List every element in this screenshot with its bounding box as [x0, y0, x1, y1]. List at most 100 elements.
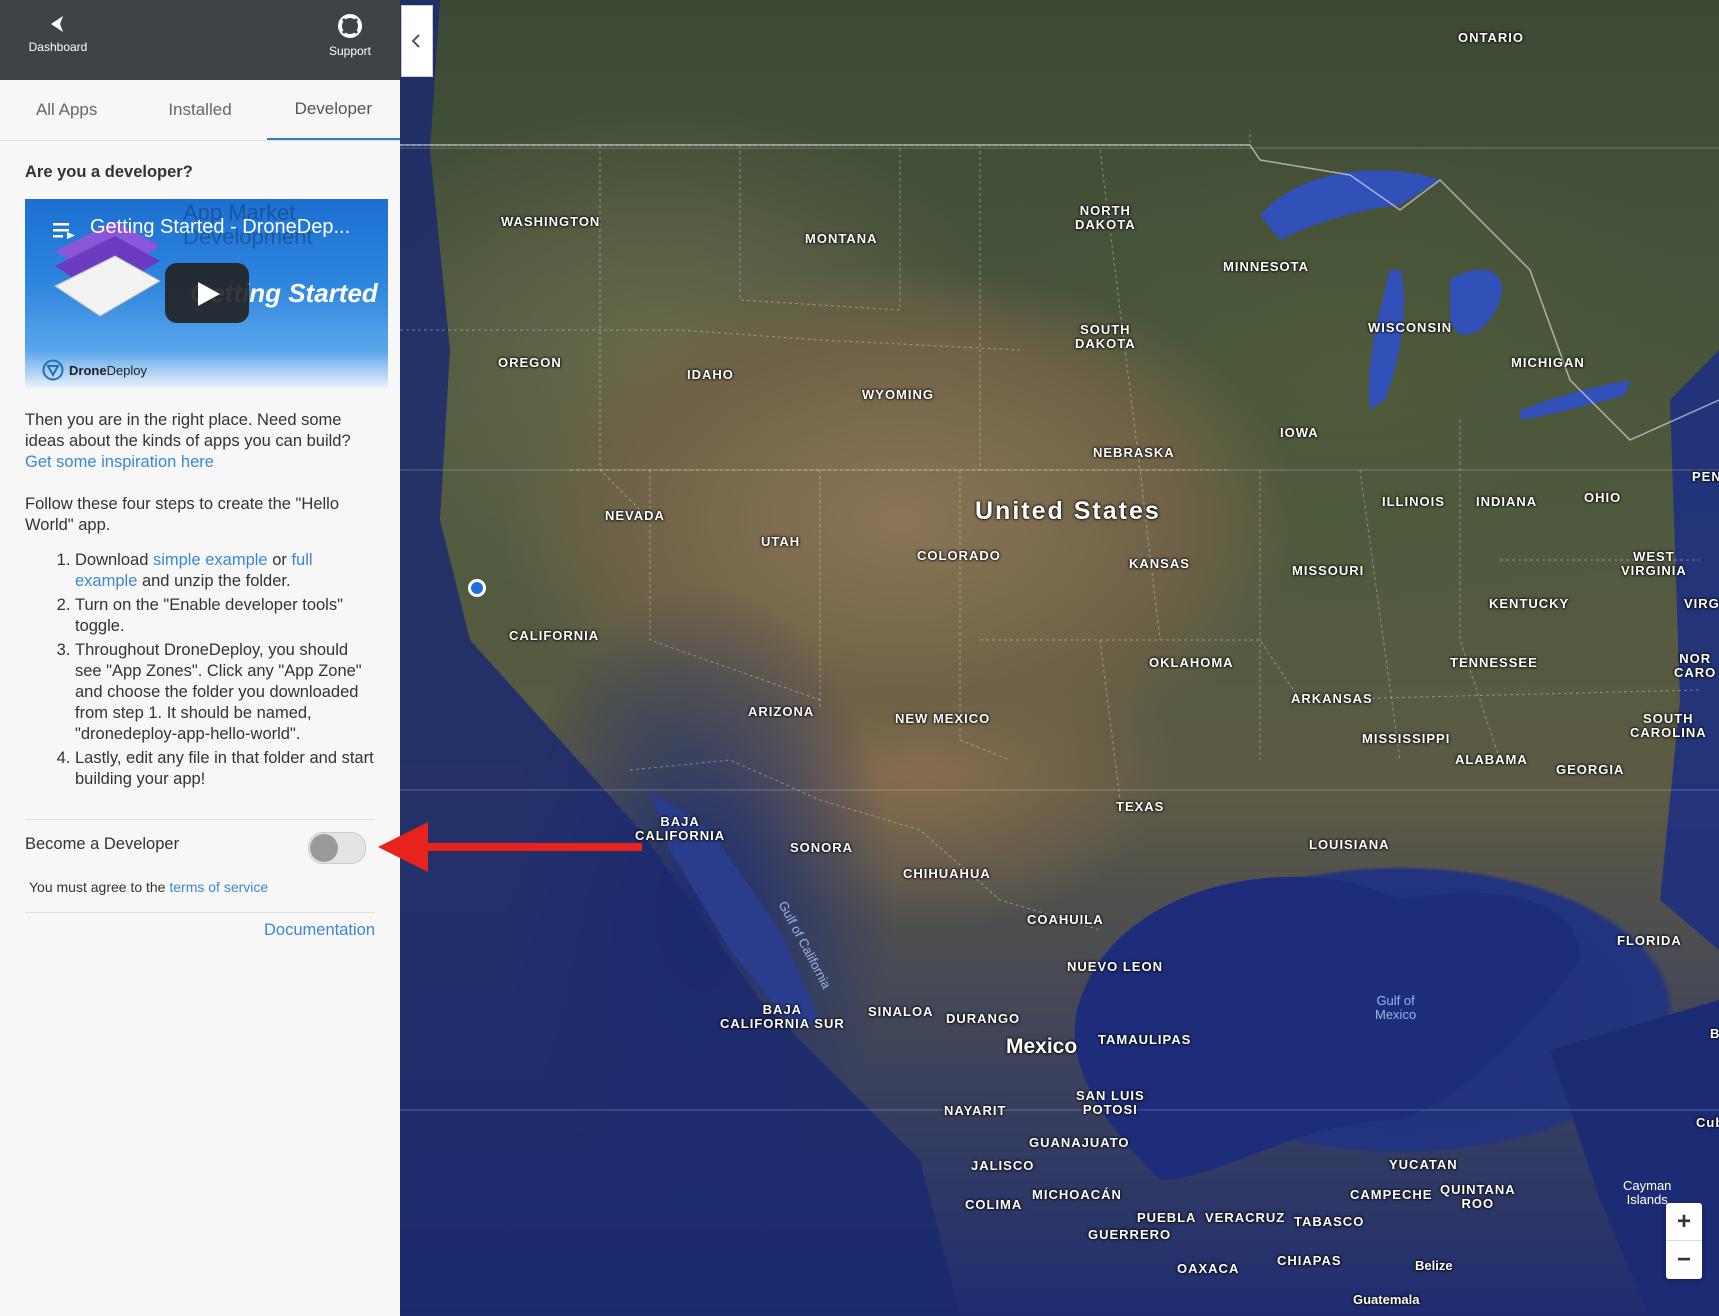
map-label-texas: TEXAS [1116, 799, 1165, 814]
map-label-cayman-islands: Cayman Islands [1623, 1178, 1672, 1207]
map-label-oaxaca: OAXACA [1177, 1261, 1240, 1276]
map-label-colima: COLIMA [965, 1197, 1023, 1212]
map-label-gulf-of-mexico: Gulf of Mexico [1375, 993, 1417, 1022]
app-tabs: All Apps Installed Developer [0, 80, 400, 141]
map-label-michigan: MICHIGAN [1511, 355, 1585, 370]
step-1-prefix: Download [75, 551, 153, 569]
dashboard-button[interactable]: Dashboard [28, 14, 88, 54]
app-market-sidebar: Dashboard Support All Apps Installed Dev… [0, 0, 401, 1316]
lifebuoy-icon [338, 14, 362, 38]
map-label-wyoming: WYOMING [862, 387, 934, 402]
dashboard-label: Dashboard [28, 40, 88, 54]
map-label-baja-california: BAJA CALIFORNIA [635, 814, 726, 843]
sidebar-topbar: Dashboard Support [0, 0, 400, 80]
map-label-missouri: MISSOURI [1292, 563, 1365, 578]
support-label: Support [328, 44, 372, 58]
map-label-north-dakota: NORTH DAKOTA [1075, 203, 1136, 232]
logo-text-regular: Deploy [106, 362, 148, 378]
play-button[interactable] [165, 263, 249, 323]
map-label-alabama: ALABAMA [1455, 752, 1528, 767]
toggle-knob[interactable] [310, 834, 338, 862]
zoom-out-button[interactable]: − [1666, 1241, 1702, 1278]
map-label-colorado: COLORADO [917, 548, 1001, 563]
map-label-nor-caro: NOR CARO [1674, 651, 1717, 680]
video-title: Getting Started - DroneDep... [90, 216, 351, 238]
map-label-south-carolina: SOUTH CAROLINA [1630, 711, 1707, 740]
map-label-minnesota: MINNESOTA [1223, 259, 1310, 274]
steps-intro: Follow these four steps to create the "H… [25, 495, 340, 534]
map-label-utah: UTAH [761, 534, 801, 549]
map-label-mexico: Mexico [1006, 1035, 1078, 1058]
map-label-tabasco: TABASCO [1294, 1214, 1365, 1229]
map-label-chihuahua: CHIHUAHUA [903, 866, 991, 881]
video-thumbnail[interactable]: App Market Development Getting Started -… [25, 199, 388, 389]
map-label-kansas: KANSAS [1129, 556, 1190, 571]
map-label-tennessee: TENNESSEE [1450, 655, 1538, 670]
logo-text-bold: Drone [69, 362, 107, 378]
map-label-georgia: GEORGIA [1556, 762, 1625, 777]
map-label-arkansas: ARKANSAS [1291, 691, 1373, 706]
map-label-jalisco: JALISCO [971, 1158, 1035, 1173]
map-label-nevada: NEVADA [605, 508, 665, 523]
simple-example-link[interactable]: simple example [153, 551, 268, 569]
zoom-in-button[interactable]: + [1666, 1203, 1702, 1241]
map-label-pen: PEN [1692, 469, 1719, 484]
step-2: Turn on the "Enable developer tools" tog… [75, 595, 375, 637]
map-label-chiapas: CHIAPAS [1277, 1253, 1342, 1268]
inspiration-link[interactable]: Get some inspiration here [25, 453, 214, 471]
terms-of-service-link[interactable]: terms of service [169, 879, 268, 895]
step-1-suffix: and unzip the folder. [137, 572, 291, 590]
map-label-indiana: INDIANA [1476, 494, 1538, 509]
map-label-oregon: OREGON [498, 355, 562, 370]
map-label-guerrero: GUERRERO [1088, 1227, 1172, 1242]
map-label-idaho: IDAHO [687, 367, 734, 382]
map-label-veracruz: VERACRUZ [1205, 1210, 1286, 1225]
step-3: Throughout DroneDeploy, you should see "… [75, 640, 375, 745]
collapse-sidebar-button[interactable] [401, 5, 433, 77]
map-label-b: B [1710, 1026, 1719, 1041]
step-1-mid: or [267, 551, 292, 569]
map-label-belize: Belize [1415, 1258, 1453, 1273]
map-label-durango: DURANGO [946, 1011, 1021, 1026]
map-label-nuevo-leon: NUEVO LEON [1067, 959, 1163, 974]
developer-panel: Are you a developer? App Market Developm… [25, 140, 388, 793]
map-label-campeche: CAMPECHE [1350, 1187, 1433, 1202]
location-marker[interactable] [468, 579, 486, 597]
map-label-florida: FLORIDA [1617, 933, 1682, 948]
map-label-san-luis-potosi: SAN LUIS POTOSI [1076, 1088, 1145, 1117]
map-label-coahuila: COAHUILA [1027, 912, 1104, 927]
tab-installed[interactable]: Installed [133, 80, 266, 140]
tos-prefix: You must agree to the [29, 879, 170, 895]
dronedeploy-logo-icon [42, 359, 64, 381]
satellite-map[interactable]: ONTARIO WASHINGTON MONTANA NORTH DAKOTA … [400, 0, 1719, 1316]
map-label-tamaulipas: TAMAULIPAS [1098, 1032, 1192, 1047]
zoom-controls: + − [1666, 1203, 1702, 1279]
tab-all-apps[interactable]: All Apps [0, 80, 133, 140]
map-label-arizona: ARIZONA [748, 704, 815, 719]
map-label-united-states: United States [975, 497, 1161, 525]
map-label-wisconsin: WISCONSIN [1368, 320, 1453, 335]
map-label-guatemala: Guatemala [1353, 1292, 1420, 1307]
map-label-michoacan: MICHOACÁN [1032, 1187, 1122, 1202]
intro-paragraph: Then you are in the right place. Need so… [25, 410, 375, 473]
support-button[interactable]: Support [320, 14, 380, 58]
map-label-new-mexico: NEW MEXICO [895, 711, 991, 726]
become-developer-toggle[interactable] [308, 832, 366, 864]
playlist-icon [53, 223, 75, 239]
tab-developer[interactable]: Developer [266, 80, 400, 140]
developer-heading: Are you a developer? [25, 163, 193, 181]
steps-list: Download simple example or full example … [25, 550, 375, 790]
map-label-california: CALIFORNIA [509, 628, 600, 643]
map-label-mississippi: MISSISSIPPI [1362, 731, 1451, 746]
map-label-baja-california-sur: BAJA CALIFORNIA SUR [720, 1002, 845, 1031]
map-label-louisiana: LOUISIANA [1309, 837, 1390, 852]
tos-notice: You must agree to the terms of service [29, 879, 268, 895]
map-label-oklahoma: OKLAHOMA [1149, 655, 1234, 670]
become-developer-label: Become a Developer [25, 835, 180, 853]
map-label-ohio: OHIO [1584, 490, 1622, 505]
documentation-link[interactable]: Documentation [264, 921, 375, 940]
intro-text: Then you are in the right place. Need so… [25, 411, 351, 450]
map-label-kentucky: KENTUCKY [1489, 596, 1570, 611]
map-label-yucatan: YUCATAN [1389, 1157, 1458, 1172]
map-label-sinaloa: SINALOA [868, 1004, 934, 1019]
